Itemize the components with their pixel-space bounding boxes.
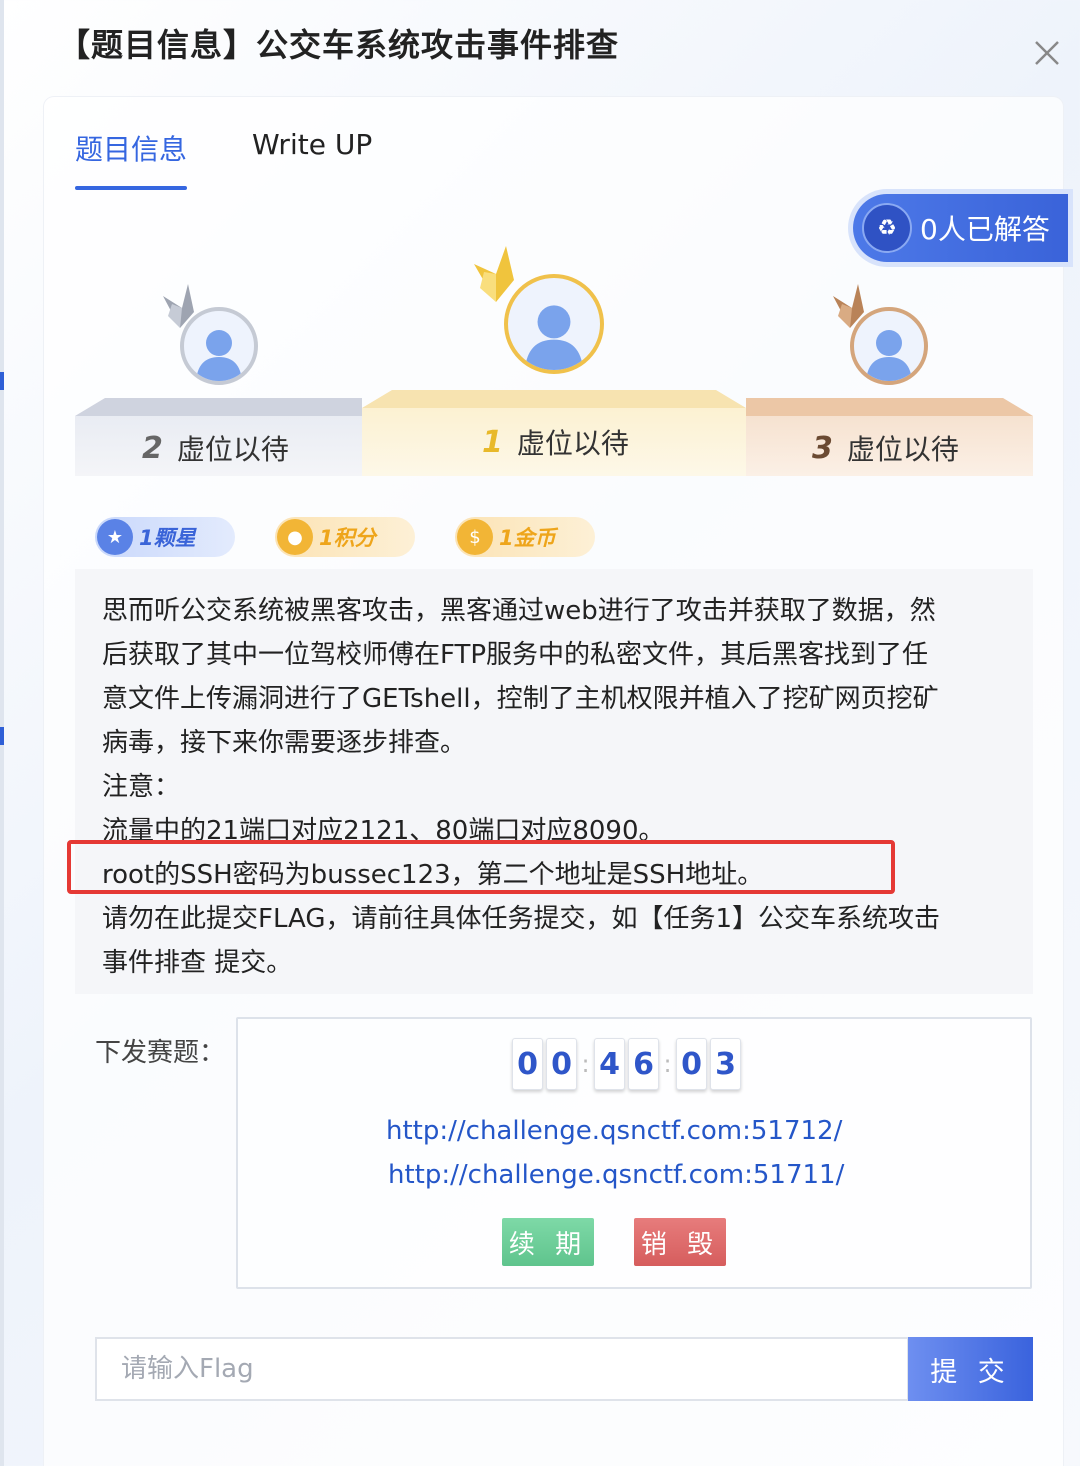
description-line: 思而听公交系统被黑客攻击，黑客通过web进行了攻击并获取了数据，然 [102,596,936,626]
tab-writeup[interactable]: Write UP [252,128,372,161]
tab-challenge-info[interactable]: 题目信息 [75,128,187,168]
podium-step-1-top [362,390,746,408]
description-line: 注意： [102,772,181,802]
challenge-link-2[interactable]: http://challenge.qsnctf.com:51711/ [388,1160,844,1190]
description-line: 后获取了其中一位驾校师傅在FTP服务中的私密文件，其后黑客找到了任 [102,640,929,670]
close-button[interactable] [1028,34,1066,72]
solved-count-badge: ♻ 0人已解答 [853,194,1068,262]
flag-input[interactable] [95,1337,909,1401]
background-edge-mark [0,372,4,390]
rank-number: 3 [812,430,833,466]
rank-number: 2 [142,430,163,466]
timer-digit: 4 [594,1038,625,1090]
reward-points-label: 1积分 [319,526,376,550]
challenge-link-1[interactable]: http://challenge.qsnctf.com:51712/ [386,1116,842,1146]
avatar-rank-3 [850,307,928,385]
star-icon: ★ [97,519,133,555]
reward-star: ★ 1颗星 [95,517,235,557]
description-line: 事件排查 提交。 [102,948,293,978]
destroy-button[interactable]: 销 毁 [634,1218,726,1266]
timer-digit: 0 [546,1038,577,1090]
description-line: 意文件上传漏洞进行了GETshell，控制了主机权限并植入了挖矿网页挖矿 [102,684,939,714]
rank-number: 1 [482,424,503,460]
timer-digit: 0 [676,1038,707,1090]
podium-step-2-top [75,398,362,416]
timer-digit: 3 [710,1038,741,1090]
close-icon [1035,41,1059,65]
avatar-rank-1 [504,274,604,374]
podium-step-3-top [746,398,1033,416]
reward-coins: $ 1金币 [455,517,595,557]
renew-button[interactable]: 续 期 [502,1218,594,1266]
podium-name: 虚位以待 [846,433,959,466]
podium-name: 虚位以待 [516,427,629,460]
podium-name: 虚位以待 [176,433,289,466]
reward-points: ● 1积分 [275,517,415,557]
solved-count-label: 0人已解答 [920,213,1050,246]
timer-digit: 6 [628,1038,659,1090]
background-edge-mark [0,727,4,745]
reward-coins-label: 1金币 [499,526,556,550]
coin-bag-icon: $ [457,519,493,555]
recycle-icon: ♻ [862,203,912,253]
red-highlight-annotation [67,840,895,894]
podium-label-1: 1 虚位以待 [482,422,629,462]
timer-separator: : [581,1050,590,1078]
reward-star-label: 1颗星 [139,526,196,550]
countdown-timer: 0 0 : 4 6 : 0 3 [512,1038,744,1090]
podium-label-3: 3 虚位以待 [812,428,959,468]
description-line: 病毒，接下来你需要逐步排查。 [102,728,467,758]
podium-label-2: 2 虚位以待 [142,428,289,468]
points-icon: ● [277,519,313,555]
active-tab-indicator [75,186,187,190]
timer-separator: : [663,1050,672,1078]
submit-button[interactable]: 提 交 [908,1337,1033,1401]
modal-title: 【题目信息】公交车系统攻击事件排查 [58,26,620,64]
dispatch-label: 下发赛题： [95,1038,226,1068]
description-line: 请勿在此提交FLAG，请前往具体任务提交，如【任务1】公交车系统攻击 [102,904,941,934]
timer-digit: 0 [512,1038,543,1090]
avatar-rank-2 [180,307,258,385]
